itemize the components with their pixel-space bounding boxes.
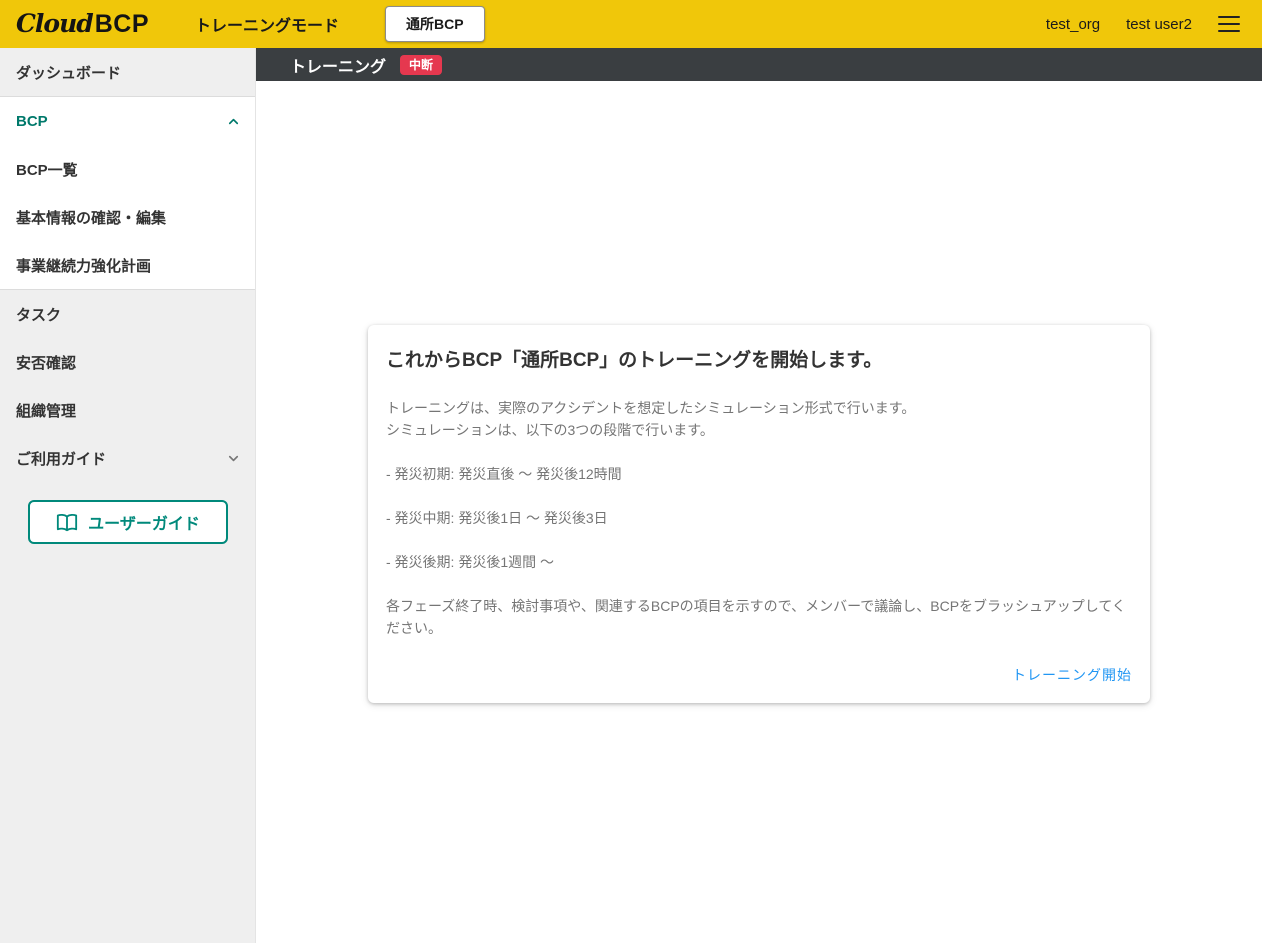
user-guide-label: ユーザーガイド <box>88 516 200 533</box>
content-area: これからBCP「通所BCP」のトレーニングを開始します。 トレーニングは、実際の… <box>256 81 1262 943</box>
org-name[interactable]: test_org <box>1046 16 1100 33</box>
sidebar-item-dashboard[interactable]: ダッシュボード <box>0 48 255 96</box>
sidebar-item-label: 基本情報の確認・編集 <box>16 209 167 227</box>
main-area: トレーニング 中断 これからBCP「通所BCP」のトレーニングを開始します。 ト… <box>256 48 1262 943</box>
page-title: トレーニング <box>290 58 387 76</box>
chevron-up-icon <box>228 118 239 124</box>
sidebar-item-tasks[interactable]: タスク <box>0 290 255 338</box>
sidebar-item-label: BCP一覧 <box>16 161 78 179</box>
app-logo[interactable]: CloudBCP <box>16 9 149 39</box>
outro-text: 各フェーズ終了時、検討事項や、関連するBCPの項目を示すので、メンバーで議論し、… <box>386 598 1126 636</box>
card-title: これからBCP「通所BCP」のトレーニングを開始します。 <box>386 350 883 371</box>
intro-line-2: シミュレーションは、以下の3つの段階で行います。 <box>386 422 714 438</box>
sidebar-item-basic-info-edit[interactable]: 基本情報の確認・編集 <box>0 193 255 241</box>
sidebar-item-bcp[interactable]: BCP <box>0 97 255 145</box>
page-layout: ダッシュボード BCP BCP一覧 基本情報の確認・編集 事業継続力強化計画 タ… <box>0 48 1262 943</box>
phase-late: - 発災後期: 発災後1週間 〜 <box>386 554 555 570</box>
sidebar-item-label: 組織管理 <box>16 402 77 420</box>
phase-initial: - 発災初期: 発災直後 〜 発災後12時間 <box>386 466 622 482</box>
logo-cloud-text: Cloud <box>16 9 94 38</box>
sidebar-item-label: 事業継続力強化計画 <box>16 257 152 275</box>
phase-middle: - 発災中期: 発災後1日 〜 発災後3日 <box>386 510 608 526</box>
card-actions: トレーニング開始 <box>386 665 1132 685</box>
logo-bcp-text: BCP <box>94 10 150 38</box>
sidebar-item-safety-check[interactable]: 安否確認 <box>0 338 255 386</box>
top-bar: CloudBCP トレーニングモード 通所BCP test_org test u… <box>0 0 1262 48</box>
book-icon <box>57 513 78 531</box>
sidebar-item-label: タスク <box>16 306 62 324</box>
sidebar-group-bcp: BCP BCP一覧 基本情報の確認・編集 事業継続力強化計画 <box>0 96 255 290</box>
training-mode-label: トレーニングモード <box>195 18 340 35</box>
sidebar-item-label: ダッシュボード <box>16 64 122 82</box>
sidebar-item-business-continuity-plan[interactable]: 事業継続力強化計画 <box>0 241 255 289</box>
current-bcp-button[interactable]: 通所BCP <box>385 6 485 42</box>
sidebar-item-bcp-list[interactable]: BCP一覧 <box>0 145 255 193</box>
training-start-card: これからBCP「通所BCP」のトレーニングを開始します。 トレーニングは、実際の… <box>368 325 1150 703</box>
chevron-down-icon <box>228 455 239 461</box>
sidebar: ダッシュボード BCP BCP一覧 基本情報の確認・編集 事業継続力強化計画 タ… <box>0 48 256 943</box>
hamburger-menu-icon[interactable] <box>1218 16 1240 32</box>
card-body: トレーニングは、実際のアクシデントを想定したシミュレーション形式で行います。 シ… <box>386 397 1132 639</box>
topbar-right: test_org test user2 <box>1046 16 1246 33</box>
start-training-link[interactable]: トレーニング開始 <box>1012 665 1132 685</box>
sidebar-item-organization[interactable]: 組織管理 <box>0 386 255 434</box>
sidebar-item-label: ご利用ガイド <box>16 450 107 468</box>
page-header-bar: トレーニング 中断 <box>256 48 1262 81</box>
sidebar-item-label: 安否確認 <box>16 354 77 372</box>
sidebar-item-label: BCP <box>16 112 48 130</box>
status-badge: 中断 <box>400 54 443 75</box>
user-name[interactable]: test user2 <box>1126 16 1192 33</box>
user-guide-button[interactable]: ユーザーガイド <box>28 500 228 544</box>
sidebar-item-usage-guide[interactable]: ご利用ガイド <box>0 434 255 482</box>
intro-line-1: トレーニングは、実際のアクシデントを想定したシミュレーション形式で行います。 <box>386 400 916 416</box>
